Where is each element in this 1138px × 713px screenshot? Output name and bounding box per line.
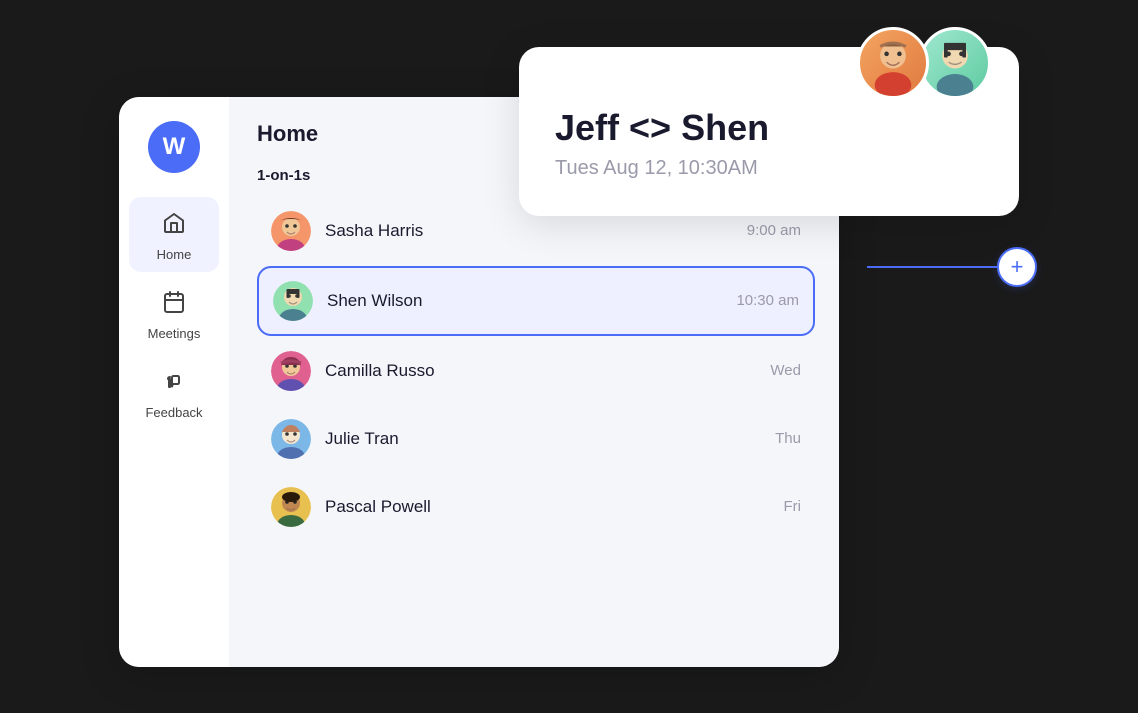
name-camilla: Camilla Russo bbox=[325, 361, 770, 381]
avatar-camilla bbox=[271, 351, 311, 391]
name-shen: Shen Wilson bbox=[327, 291, 736, 311]
meeting-row-camilla[interactable]: Camilla Russo Wed bbox=[257, 338, 815, 404]
meeting-avatars bbox=[857, 27, 991, 99]
avatar-julie bbox=[271, 419, 311, 459]
meetings-icon bbox=[162, 290, 186, 320]
meeting-row-julie[interactable]: Julie Tran Thu bbox=[257, 406, 815, 472]
feedback-label: Feedback bbox=[145, 405, 202, 420]
name-pascal: Pascal Powell bbox=[325, 497, 784, 517]
feedback-icon bbox=[162, 369, 186, 399]
time-pascal: Fri bbox=[784, 498, 802, 515]
time-camilla: Wed bbox=[770, 362, 801, 379]
home-icon bbox=[162, 211, 186, 241]
shen-avatar bbox=[919, 27, 991, 99]
connector-line bbox=[867, 266, 997, 268]
avatar-sasha bbox=[271, 211, 311, 251]
meeting-row-pascal[interactable]: Pascal Powell Fri bbox=[257, 474, 815, 540]
meeting-row-shen[interactable]: Shen Wilson 10:30 am bbox=[257, 266, 815, 336]
sidebar-item-home[interactable]: Home bbox=[129, 197, 219, 272]
name-julie: Julie Tran bbox=[325, 429, 775, 449]
sidebar-item-feedback[interactable]: Feedback bbox=[129, 355, 219, 430]
meeting-detail-card: Jeff <> Shen Tues Aug 12, 10:30AM bbox=[519, 47, 1019, 216]
avatar-shen bbox=[273, 281, 313, 321]
meetings-label: Meetings bbox=[148, 326, 201, 341]
meeting-title: Jeff <> Shen bbox=[555, 107, 983, 149]
sidebar: W Home bbox=[119, 97, 229, 667]
time-sasha: 9:00 am bbox=[747, 222, 801, 239]
home-label: Home bbox=[157, 247, 192, 262]
time-julie: Thu bbox=[775, 430, 801, 447]
name-sasha: Sasha Harris bbox=[325, 221, 747, 241]
time-shen: 10:30 am bbox=[736, 292, 799, 309]
add-button[interactable]: + bbox=[997, 247, 1037, 287]
sidebar-item-meetings[interactable]: Meetings bbox=[129, 276, 219, 351]
scene: Jeff <> Shen Tues Aug 12, 10:30AM + W Ho… bbox=[119, 47, 1019, 667]
avatar-pascal bbox=[271, 487, 311, 527]
logo: W bbox=[148, 121, 200, 173]
meetings-list: Sasha Harris 9:00 am bbox=[257, 198, 815, 540]
jeff-avatar bbox=[857, 27, 929, 99]
meeting-subtitle: Tues Aug 12, 10:30AM bbox=[555, 157, 983, 180]
